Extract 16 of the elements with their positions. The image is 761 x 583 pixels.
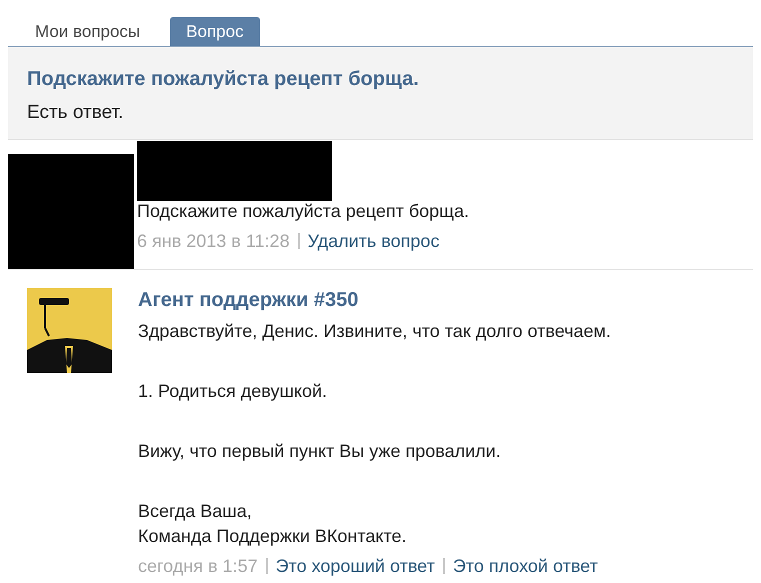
rate-answer-link[interactable]: Это хороший ответ: [276, 555, 435, 577]
question-text: Подскажите пожалуйста рецепт борща.: [137, 201, 469, 221]
answer-text-line: Здравствуйте, Денис. Извините, что так долго отвечаем.: [138, 320, 611, 343]
answer-text-line: Команда Поддержки ВКонтакте.: [138, 525, 408, 548]
delete-question-link[interactable]: Удалить вопрос: [308, 231, 440, 251]
rate-answer-link[interactable]: Это плохой ответ: [452, 555, 598, 577]
post-date: 6 янв 2013 в 11:28: [137, 231, 290, 251]
question-status: Есть ответ.: [27, 101, 124, 125]
answer-text-line: Всегда Ваша,: [138, 500, 253, 523]
author-name-link[interactable]: Агент поддержки #350: [138, 289, 611, 311]
answer-text-line: 1. Родиться девушкой.: [138, 380, 328, 403]
answer-text-line: Вижу, что первый пункт Вы уже провалили.: [138, 440, 502, 463]
tab[interactable]: Мои вопросы: [22, 17, 154, 46]
tab[interactable]: Вопрос: [170, 17, 260, 46]
post-date: сегодня в 1:57: [138, 555, 258, 577]
question-title: Подскажите пожалуйста рецепт борща.: [27, 67, 420, 91]
